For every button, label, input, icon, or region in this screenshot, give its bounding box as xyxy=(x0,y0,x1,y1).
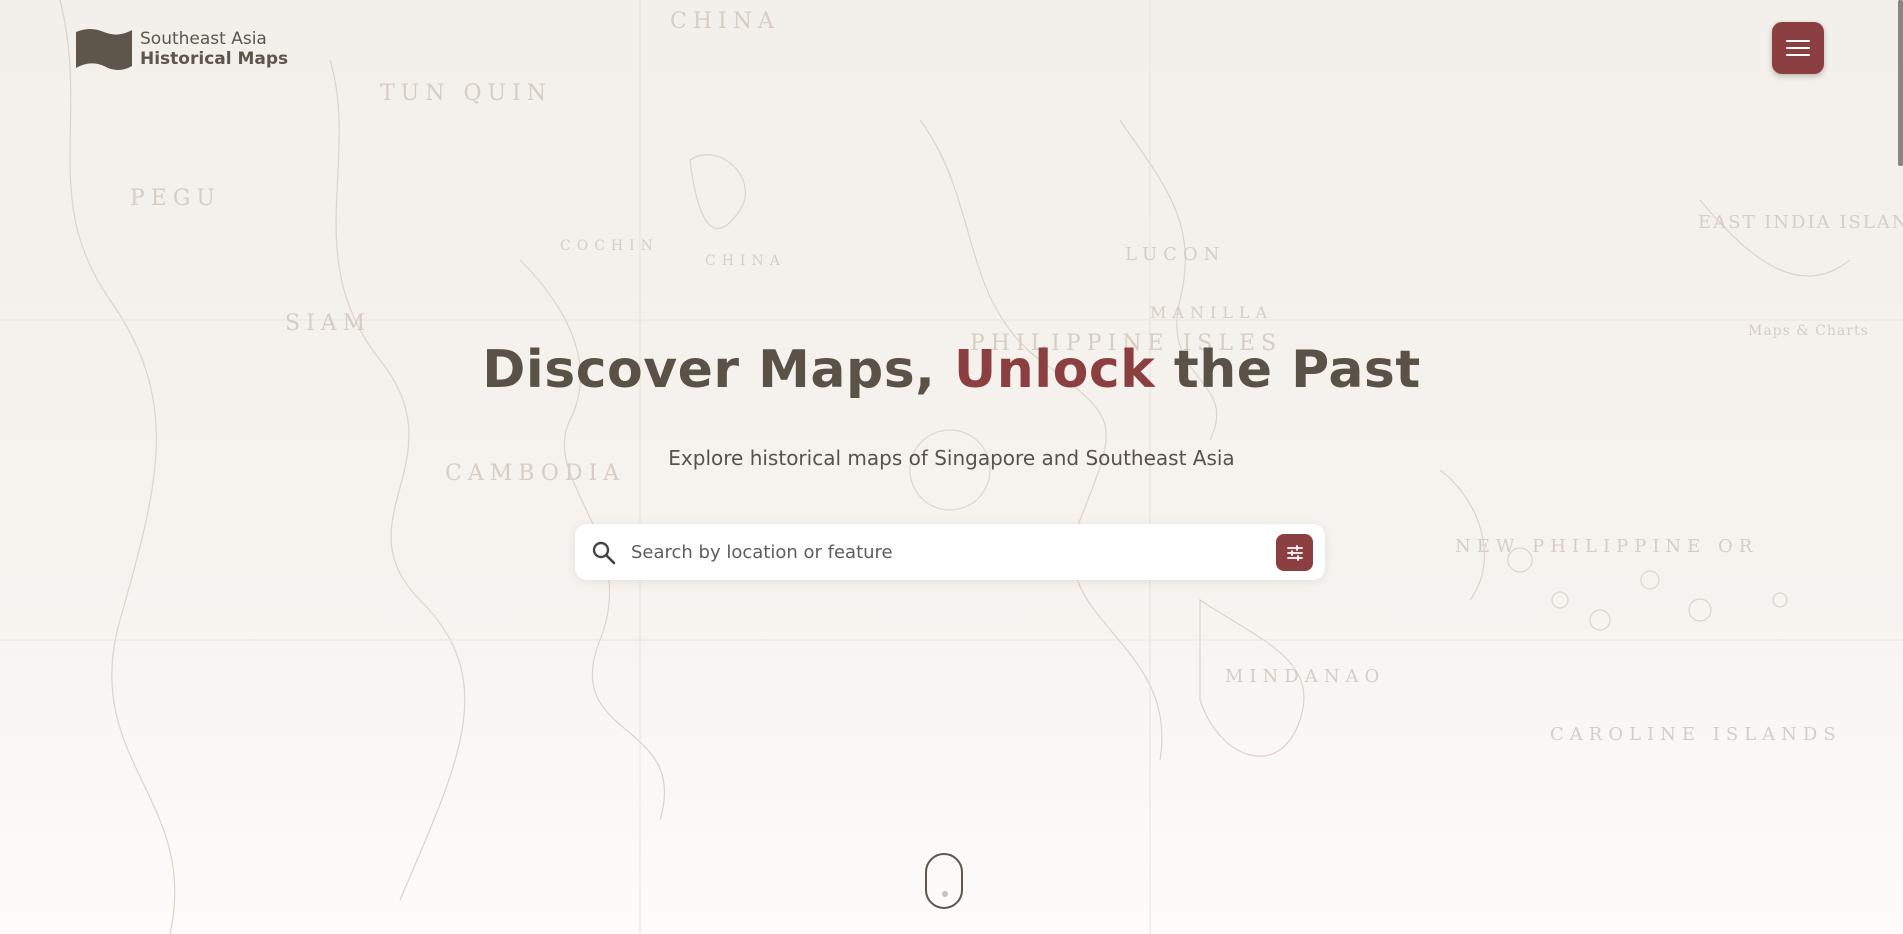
map-label: PEGU xyxy=(130,186,221,211)
map-label: EAST INDIA ISLANDS xyxy=(1698,212,1903,233)
page: CHINA TUN QUIN PEGU SIAM CAMBODIA COCHIN… xyxy=(0,0,1903,934)
map-label: TUN QUIN xyxy=(380,81,552,106)
brand-name: Southeast Asia Historical Maps xyxy=(140,29,288,69)
search-input[interactable] xyxy=(631,534,1251,570)
hamburger-menu-icon xyxy=(1786,40,1810,42)
map-label: NEW PHILIPPINE OR xyxy=(1455,536,1758,557)
hero-title: Discover Maps, Unlock the Past xyxy=(0,340,1903,400)
search-icon[interactable] xyxy=(591,540,617,566)
map-flag-icon xyxy=(76,29,132,70)
brand-logo-link[interactable]: Southeast Asia Historical Maps xyxy=(74,26,288,72)
map-label: COCHIN xyxy=(560,238,659,254)
map-label: CHINA xyxy=(705,253,786,269)
scrollbar-thumb[interactable] xyxy=(1898,0,1903,166)
hamburger-menu-icon xyxy=(1786,54,1810,56)
hero-title-part1: Discover Maps, xyxy=(482,340,955,400)
search-bar xyxy=(575,524,1325,580)
mouse-scroll-icon[interactable] xyxy=(925,853,963,909)
brand-name-line2: Historical Maps xyxy=(140,49,289,69)
map-label: MINDANAO xyxy=(1225,666,1385,687)
menu-button[interactable] xyxy=(1772,22,1824,74)
map-label: MANILLA xyxy=(1150,303,1273,322)
hero-subtitle: Explore historical maps of Singapore and… xyxy=(668,446,1235,470)
map-label: CHINA xyxy=(670,9,780,34)
scroll-dot xyxy=(942,891,948,897)
hamburger-menu-icon xyxy=(1786,47,1810,49)
filter-button[interactable] xyxy=(1276,534,1313,571)
map-label: LUCON xyxy=(1125,244,1225,265)
hero-title-part2: the Past xyxy=(1155,340,1421,400)
map-label: Maps & Charts xyxy=(1748,323,1869,339)
filter-sliders-icon xyxy=(1286,544,1303,561)
map-label: CAROLINE ISLANDS xyxy=(1550,724,1842,745)
map-label: SIAM xyxy=(285,311,371,336)
hero-title-accent: Unlock xyxy=(954,340,1156,400)
brand-name-line1: Southeast Asia xyxy=(140,29,267,49)
